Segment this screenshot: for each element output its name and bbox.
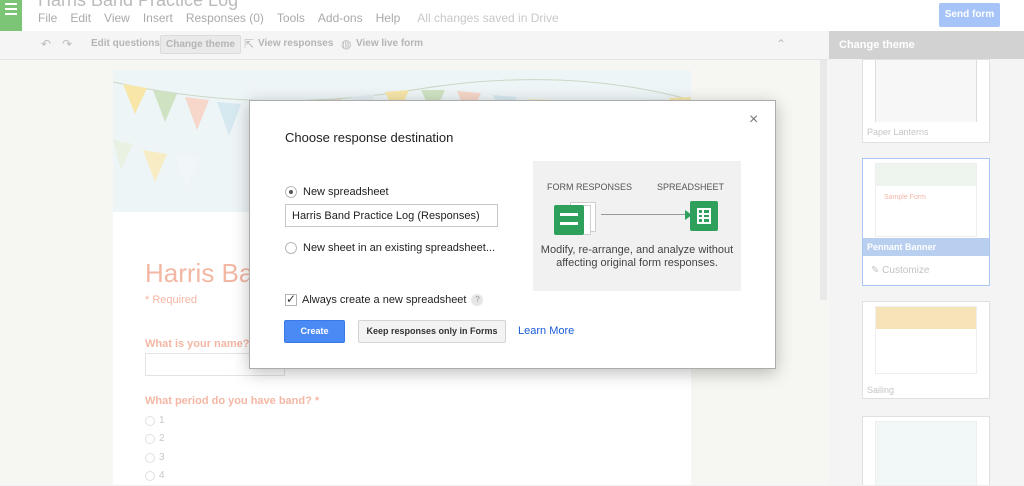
top-bar: Harris Band Practice Log File Edit View … — [0, 0, 1024, 31]
arrow-icon — [601, 214, 685, 215]
illustration-caption: Modify, re-arrange, and analyze without … — [533, 244, 741, 270]
always-create-label: Always create a new spreadsheet — [302, 294, 467, 306]
radio-unselected-icon[interactable] — [285, 242, 297, 254]
existing-spreadsheet-label: New sheet in an existing spreadsheet... — [303, 242, 496, 254]
theme-panel-header: Change theme — [829, 31, 1024, 59]
pencil-icon: ✎ — [871, 265, 883, 276]
customize-link[interactable]: ✎ Customize — [871, 265, 929, 276]
help-icon[interactable]: ? — [471, 294, 484, 306]
view-responses-icon: ⇱ — [244, 37, 255, 51]
menu-bar: File Edit View Insert Responses (0) Tool… — [38, 11, 572, 25]
theme-card-sailing[interactable]: Sailing — [862, 301, 990, 399]
radio-icon[interactable] — [145, 415, 155, 426]
view-responses-button[interactable]: View responses — [258, 38, 333, 49]
required-note: * Required — [145, 294, 197, 306]
theme-name: Paper Lanterns — [867, 127, 929, 137]
theme-thumbnail — [875, 421, 977, 486]
response-destination-dialog: Choose response destination × New spread… — [249, 100, 776, 369]
sheets-icon — [690, 201, 718, 231]
menu-edit[interactable]: Edit — [70, 11, 91, 25]
theme-thumbnail — [875, 60, 977, 122]
spreadsheet-label: SPREADSHEET — [657, 182, 725, 192]
edit-questions-button[interactable]: Edit questions — [91, 38, 160, 49]
destination-illustration: FORM RESPONSES SPREADSHEET Modify, re-ar… — [533, 161, 741, 291]
option-label: 3 — [159, 452, 165, 463]
period-option[interactable]: 4 — [145, 470, 165, 481]
close-icon[interactable]: × — [749, 112, 758, 128]
option-label: 1 — [159, 415, 165, 426]
menu-view[interactable]: View — [104, 11, 130, 25]
radio-icon[interactable] — [145, 433, 155, 444]
radio-icon[interactable] — [145, 452, 155, 463]
change-theme-button[interactable]: Change theme — [160, 35, 241, 54]
menu-help[interactable]: Help — [376, 11, 401, 25]
spreadsheet-name-input[interactable] — [285, 204, 498, 227]
customize-label: Customize — [882, 265, 930, 276]
form-responses-label: FORM RESPONSES — [547, 182, 633, 192]
period-option[interactable]: 1 — [145, 415, 165, 426]
existing-spreadsheet-option[interactable]: New sheet in an existing spreadsheet... — [285, 242, 495, 254]
forms-menu-icon[interactable] — [0, 0, 22, 31]
period-option[interactable]: 3 — [145, 452, 165, 463]
theme-name: Sailing — [867, 385, 895, 395]
new-spreadsheet-label: New spreadsheet — [303, 186, 389, 198]
radio-selected-icon[interactable] — [285, 186, 297, 198]
form-title[interactable]: Harris Ba — [145, 258, 253, 289]
theme-card-paper-lanterns[interactable]: Paper Lanterns — [862, 59, 990, 143]
theme-card-pennant-banner[interactable]: Sample Form Pennant Banner ✎ Customize — [862, 158, 990, 286]
toolbar: ↶ ↷ Edit questions Change theme ⇱ View r… — [0, 31, 829, 60]
thumb-banner — [876, 164, 976, 186]
keep-in-forms-button[interactable]: Keep responses only in Forms — [358, 320, 506, 343]
learn-more-link[interactable]: Learn More — [518, 325, 574, 337]
thumb-banner — [876, 307, 976, 329]
new-spreadsheet-option[interactable]: New spreadsheet — [285, 186, 389, 198]
theme-card-next[interactable] — [862, 416, 990, 486]
caption-line-1: Modify, re-arrange, and analyze without — [540, 244, 734, 256]
theme-panel: Change theme Paper Lanterns Sample Form … — [829, 31, 1024, 486]
forms-icon — [554, 205, 584, 235]
create-button[interactable]: Create — [284, 320, 345, 343]
menu-file[interactable]: File — [38, 11, 57, 25]
editor-scrollbar[interactable] — [820, 60, 827, 300]
option-label: 4 — [159, 470, 165, 481]
period-option[interactable]: 2 — [145, 433, 165, 444]
dialog-title: Choose response destination — [285, 130, 454, 145]
menu-insert[interactable]: Insert — [143, 11, 173, 25]
collapse-icon[interactable]: ⌃ — [776, 37, 786, 51]
question-period-label: What period do you have band? * — [145, 395, 320, 407]
always-create-option[interactable]: Always create a new spreadsheet ? — [285, 292, 484, 306]
menu-addons[interactable]: Add-ons — [318, 11, 363, 25]
caption-line-2: affecting original form responses. — [556, 257, 718, 269]
menu-tools[interactable]: Tools — [277, 11, 305, 25]
document-title[interactable]: Harris Band Practice Log — [38, 0, 238, 11]
theme-thumbnail: Sample Form — [875, 163, 977, 237]
question-name-label: What is your name? — [145, 338, 250, 350]
globe-icon: ◍ — [341, 37, 352, 51]
theme-name-selected: Pennant Banner — [863, 238, 989, 256]
thumb-title: Sample Form — [884, 194, 927, 201]
send-form-button[interactable]: Send form — [939, 3, 1000, 27]
theme-thumbnail — [875, 306, 977, 374]
menu-responses[interactable]: Responses (0) — [186, 11, 264, 25]
view-live-form-button[interactable]: View live form — [356, 38, 423, 49]
redo-icon[interactable]: ↷ — [62, 37, 72, 51]
radio-icon[interactable] — [145, 470, 155, 481]
always-create-checkbox[interactable] — [285, 292, 297, 306]
undo-icon[interactable]: ↶ — [41, 37, 51, 51]
save-status: All changes saved in Drive — [417, 11, 559, 25]
option-label: 2 — [159, 433, 165, 444]
